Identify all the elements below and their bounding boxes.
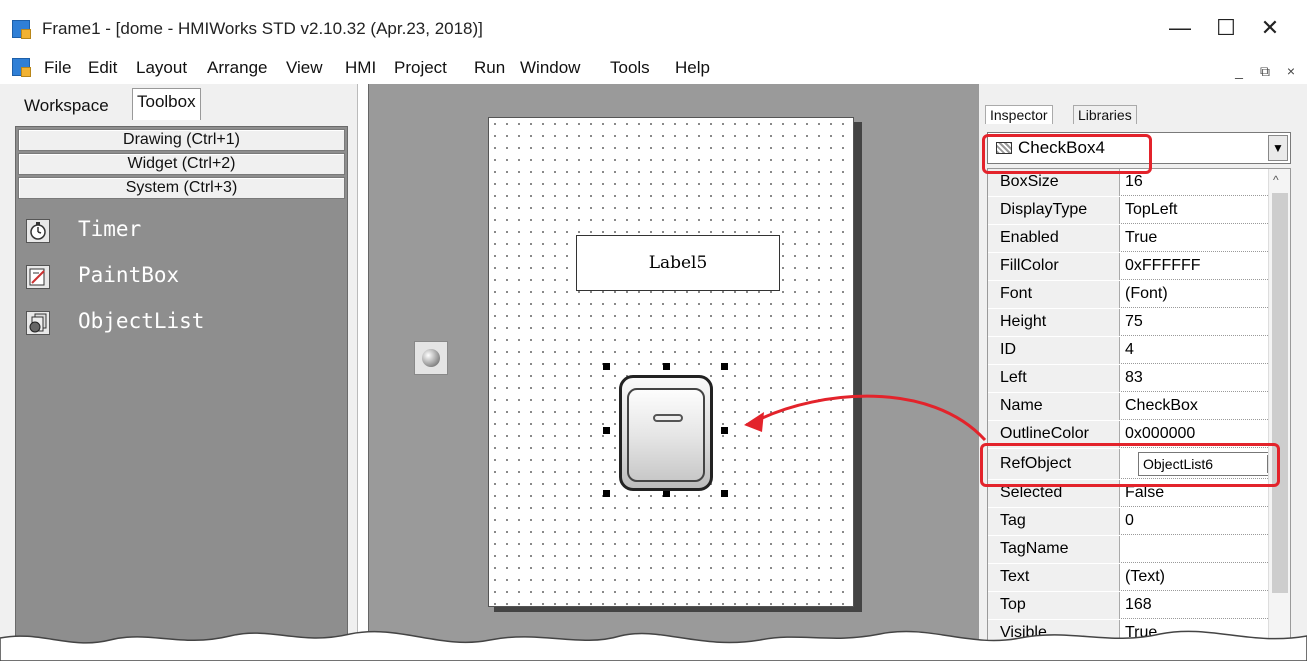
torn-edge — [0, 630, 1307, 661]
annotation-arrow — [744, 394, 987, 442]
